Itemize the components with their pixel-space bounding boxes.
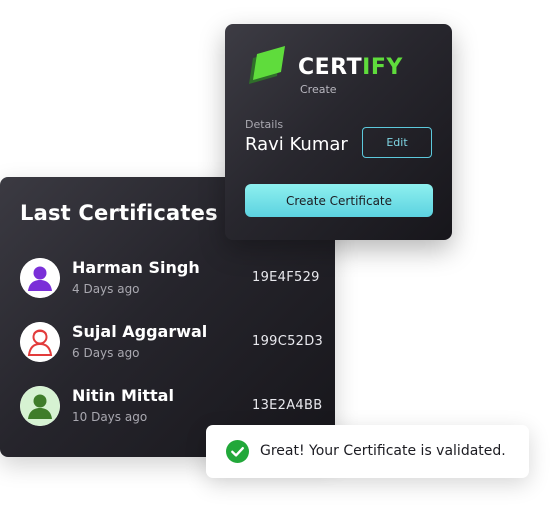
- brand-logo-text: CERTIFY: [298, 55, 403, 80]
- person-red-icon: [20, 322, 60, 362]
- certificate-date: 10 Days ago: [72, 410, 148, 424]
- avatar: [20, 322, 60, 362]
- certificate-name: Sujal Aggarwal: [72, 322, 208, 341]
- avatar: [20, 258, 60, 298]
- certificate-date: 6 Days ago: [72, 346, 140, 360]
- person-purple-icon: [20, 258, 60, 298]
- certificate-name: Harman Singh: [72, 258, 200, 277]
- brand-text-part1: CERT: [298, 55, 363, 80]
- certificate-row[interactable]: Nitin Mittal 10 Days ago 13E2A4BB: [20, 386, 323, 430]
- toast-message: Great! Your Certificate is validated.: [260, 443, 506, 459]
- details-name: Ravi Kumar: [245, 134, 348, 155]
- create-certificate-button[interactable]: Create Certificate: [245, 184, 433, 217]
- certificate-id: 13E2A4BB: [252, 398, 323, 413]
- person-green-icon: [20, 386, 60, 426]
- certify-logo-icon: [249, 46, 285, 84]
- edit-button[interactable]: Edit: [362, 127, 432, 158]
- brand-subtitle: Create: [300, 83, 337, 96]
- brand-text-part2: IFY: [362, 55, 403, 80]
- certificate-date: 4 Days ago: [72, 282, 140, 296]
- details-label: Details: [245, 118, 284, 131]
- certificate-row[interactable]: Harman Singh 4 Days ago 19E4F529: [20, 258, 320, 302]
- avatar: [20, 386, 60, 426]
- certificate-row[interactable]: Sujal Aggarwal 6 Days ago 199C52D3: [20, 322, 324, 366]
- certificate-name: Nitin Mittal: [72, 386, 174, 405]
- check-circle-icon: [226, 440, 249, 463]
- certificate-id: 19E4F529: [252, 270, 320, 285]
- certify-create-card: CERTIFY Create Details Ravi Kumar Edit C…: [225, 24, 452, 240]
- last-certificates-title: Last Certificates: [20, 201, 218, 225]
- validation-toast: Great! Your Certificate is validated.: [206, 425, 529, 478]
- certificate-id: 199C52D3: [252, 334, 324, 349]
